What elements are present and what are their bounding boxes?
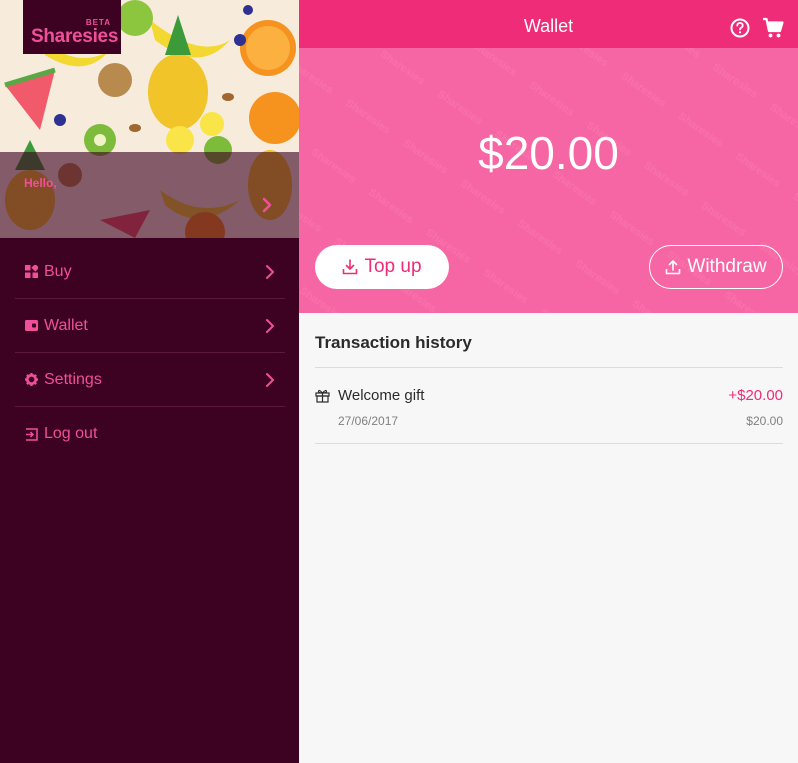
gear-icon	[24, 373, 38, 387]
wallet-balance-amount: $20.00	[478, 127, 619, 179]
main-content: Wallet Sharesies	[299, 0, 798, 763]
chevron-right-icon	[266, 265, 274, 279]
transaction-row[interactable]: Welcome gift 27/06/2017 +$20.00 $20.00	[315, 368, 783, 444]
transaction-date: 27/06/2017	[338, 414, 399, 428]
transaction-history: Transaction history Welcome gift 27/06/2…	[315, 313, 783, 444]
top-up-button[interactable]: Top up	[315, 245, 449, 289]
transaction-running-balance: $20.00	[746, 414, 783, 428]
sidebar: BETA Sharesies Hello, Buy Wallet Setting…	[0, 0, 299, 763]
download-icon	[343, 259, 358, 275]
sidebar-item-label: Log out	[44, 425, 98, 442]
top-bar: Wallet	[299, 0, 798, 48]
top-up-label: Top up	[364, 256, 422, 277]
grid-icon	[24, 265, 38, 279]
sidebar-item-settings[interactable]: Settings	[15, 353, 285, 407]
wallet-balance-panel: Sharesies $20.00 Top up Wi	[299, 48, 798, 313]
withdraw-label: Withdraw	[687, 256, 767, 277]
sidebar-item-label: Settings	[44, 370, 102, 388]
logout-icon	[24, 427, 38, 441]
fruit-banner-image: BETA Sharesies Hello,	[0, 0, 299, 238]
gift-icon	[315, 389, 330, 403]
wallet-icon	[24, 319, 38, 333]
sidebar-item-label: Wallet	[44, 316, 88, 334]
section-title: Transaction history	[315, 333, 783, 368]
transaction-amount: +$20.00	[728, 387, 783, 404]
sidebar-item-logout[interactable]: Log out	[15, 407, 285, 461]
app-root: BETA Sharesies Hello, Buy Wallet Setting…	[0, 0, 798, 763]
help-icon[interactable]	[730, 18, 750, 38]
sidebar-item-wallet[interactable]: Wallet	[15, 299, 285, 353]
withdraw-button[interactable]: Withdraw	[649, 245, 783, 289]
logo-wordmark: Sharesies	[31, 26, 119, 47]
chevron-right-icon	[266, 319, 274, 333]
sidebar-nav: Buy Wallet Settings Log out	[15, 245, 285, 461]
upload-icon	[666, 260, 681, 275]
greeting-overlay[interactable]	[0, 152, 299, 238]
sidebar-item-buy[interactable]: Buy	[15, 245, 285, 299]
page-title: Wallet	[523, 16, 574, 36]
cart-icon[interactable]	[762, 17, 784, 39]
chevron-right-icon[interactable]	[260, 196, 274, 214]
greeting-text: Hello,	[24, 176, 57, 190]
transaction-name: Welcome gift	[338, 387, 425, 404]
logo: BETA Sharesies	[23, 0, 121, 54]
chevron-right-icon	[266, 373, 274, 387]
sidebar-item-label: Buy	[44, 262, 72, 280]
